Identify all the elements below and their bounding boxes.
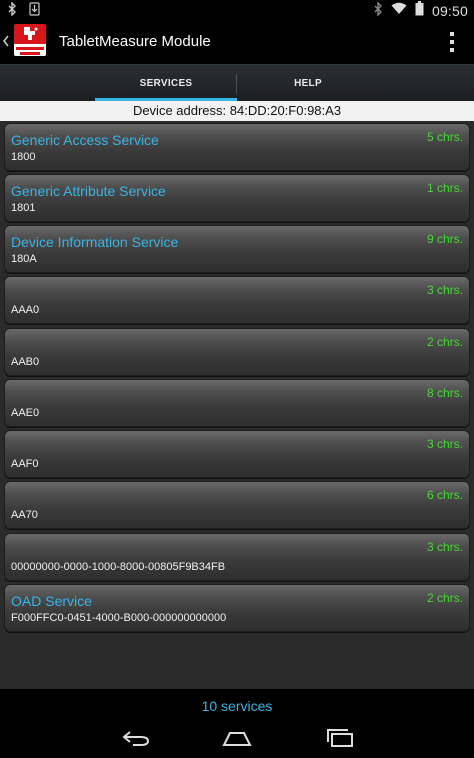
- service-characteristics-count: 3 chrs.: [426, 437, 463, 451]
- service-item[interactable]: OAD Service 2 chrs. F000FFC0-0451-4000-B…: [4, 584, 470, 632]
- tab-help[interactable]: HELP: [237, 65, 379, 101]
- service-item[interactable]: 3 chrs. AAA0: [4, 276, 470, 324]
- back-icon[interactable]: [121, 728, 151, 753]
- service-characteristics-count: 9 chrs.: [426, 232, 463, 246]
- overflow-dot: [450, 32, 454, 36]
- service-item[interactable]: 2 chrs. AAB0: [4, 328, 470, 376]
- service-item[interactable]: Generic Access Service 5 chrs. 1800: [4, 123, 470, 171]
- service-uuid: 180A: [11, 253, 37, 265]
- service-characteristics-count: 1 chrs.: [426, 181, 463, 195]
- service-characteristics-count: 5 chrs.: [426, 130, 463, 144]
- service-name: Device Information Service: [11, 234, 179, 250]
- service-uuid: AAA0: [11, 304, 40, 316]
- up-caret-icon[interactable]: [2, 34, 10, 52]
- navigation-bar: [0, 720, 474, 758]
- service-uuid: AAE0: [11, 407, 40, 419]
- service-uuid: AA70: [11, 509, 38, 521]
- bluetooth-icon: [8, 1, 17, 21]
- service-characteristics-count: 2 chrs.: [426, 591, 463, 605]
- overflow-dot: [450, 48, 454, 52]
- logo-band: [14, 44, 46, 56]
- app-title: TabletMeasure Module: [59, 33, 211, 50]
- service-characteristics-count: 8 chrs.: [426, 386, 463, 400]
- service-name: Generic Access Service: [11, 132, 159, 148]
- service-characteristics-count: 2 chrs.: [426, 335, 463, 349]
- service-name: Generic Attribute Service: [11, 183, 166, 199]
- service-uuid: F000FFC0-0451-4000-B000-000000000000: [11, 612, 227, 624]
- service-characteristics-count: 3 chrs.: [426, 540, 463, 554]
- bluetooth-icon: [374, 0, 383, 21]
- service-uuid: 1801: [11, 202, 36, 214]
- service-list[interactable]: Generic Access Service 5 chrs. 1800 Gene…: [0, 121, 474, 689]
- service-item[interactable]: 8 chrs. AAE0: [4, 379, 470, 427]
- service-item[interactable]: 3 chrs. 00000000-0000-1000-8000-00805F9B…: [4, 533, 470, 581]
- overflow-menu-icon[interactable]: [448, 32, 456, 52]
- recents-icon[interactable]: [325, 728, 355, 753]
- service-item[interactable]: 6 chrs. AA70: [4, 481, 470, 529]
- battery-icon: [415, 1, 424, 21]
- download-icon: [29, 2, 40, 21]
- service-characteristics-count: 6 chrs.: [426, 488, 463, 502]
- screen: 09:50 TabletMeasure Module SERVICES HELP…: [0, 0, 474, 758]
- device-address: Device address: 84:DD:20:F0:98:A3: [0, 101, 474, 121]
- service-uuid: AAF0: [11, 458, 39, 470]
- service-uuid: 00000000-0000-1000-8000-00805F9B34FB: [11, 561, 226, 573]
- service-uuid: 1800: [11, 151, 36, 163]
- service-item[interactable]: Generic Attribute Service 1 chrs. 1801: [4, 174, 470, 222]
- service-item[interactable]: 3 chrs. AAF0: [4, 430, 470, 478]
- status-time: 09:50: [431, 3, 468, 19]
- service-uuid: AAB0: [11, 356, 40, 368]
- action-bar: TabletMeasure Module: [0, 20, 474, 64]
- status-right-icons: 09:50: [374, 0, 468, 21]
- services-count: 10 services: [201, 698, 273, 714]
- service-name: OAD Service: [11, 593, 92, 609]
- status-bar: 09:50: [0, 0, 474, 20]
- service-item[interactable]: Device Information Service 9 chrs. 180A: [4, 225, 470, 273]
- home-icon[interactable]: [222, 728, 252, 753]
- tab-services[interactable]: SERVICES: [95, 65, 237, 101]
- status-left-icons: [8, 1, 40, 21]
- app-logo[interactable]: [14, 24, 46, 56]
- service-characteristics-count: 3 chrs.: [426, 283, 463, 297]
- tab-bar: SERVICES HELP: [0, 64, 474, 102]
- wifi-icon: [391, 2, 407, 20]
- overflow-dot: [450, 40, 454, 44]
